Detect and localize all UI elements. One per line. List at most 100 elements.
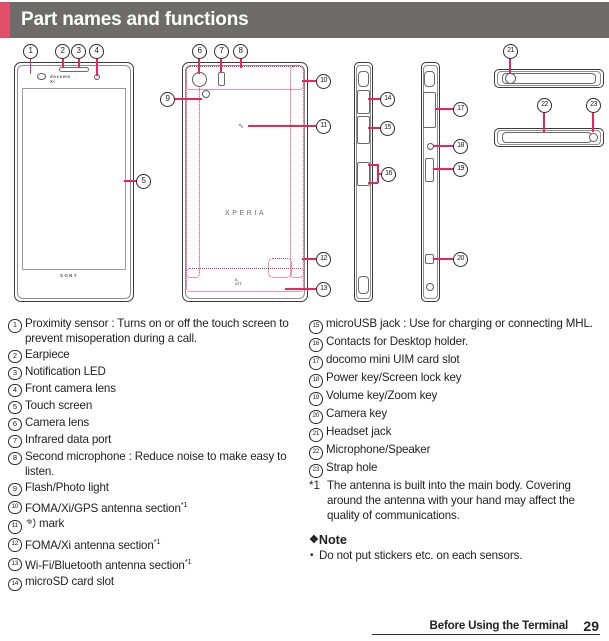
part-number-badge: 21 xyxy=(309,428,323,442)
part-number: 11 xyxy=(8,516,25,534)
footnote: *1 The antenna is built into the main bo… xyxy=(309,478,599,524)
page-header: Part names and functions xyxy=(0,2,609,38)
part-label-text: Camera key xyxy=(326,407,387,420)
part-number: 15 xyxy=(309,316,326,334)
part-number-badge: 10 xyxy=(8,500,22,515)
footnote-mark: *1 xyxy=(309,479,320,492)
part-label: Flash/Photo light xyxy=(25,480,298,495)
callout-13: 13 xyxy=(316,282,331,297)
part-label-text: mark xyxy=(39,517,65,531)
part-label-text: Earpiece xyxy=(25,347,70,361)
part-item: 8 Second microphone : Reduce noise to mak… xyxy=(8,449,298,479)
part-label-text: Volume key/Zoom key xyxy=(326,389,438,402)
part-label: Second microphone : Reduce noise to make… xyxy=(25,449,298,479)
part-label: Camera lens xyxy=(25,415,298,430)
part-item: 2 Earpiece xyxy=(8,347,298,364)
device-diagrams: docomo Xi SONY 1 2 3 4 5 ∿ XPERIA X-4TT xyxy=(0,40,609,315)
part-label: Camera key xyxy=(326,406,599,421)
part-item: 23 Strap hole xyxy=(309,460,599,478)
part-number: 17 xyxy=(309,352,326,370)
callout-7: 7 xyxy=(214,44,229,59)
part-number: 19 xyxy=(309,388,326,406)
bullet-icon: • xyxy=(310,549,314,561)
part-number-badge: 14 xyxy=(8,577,22,591)
part-number: 16 xyxy=(309,334,326,352)
callout-10: 10 xyxy=(316,74,331,89)
callout-23: 23 xyxy=(586,98,601,113)
part-label: Headset jack xyxy=(326,424,599,439)
part-label-text: Camera lens xyxy=(25,415,90,429)
callout-1: 1 xyxy=(23,44,38,59)
part-number-badge: 23 xyxy=(309,464,323,478)
part-number-badge: 7 xyxy=(8,434,22,449)
part-label-text: Headset jack xyxy=(326,425,392,438)
part-label-text: Infrared data port xyxy=(25,432,112,446)
parts-column-left: 1 Proximity sensor : Turns on or off the … xyxy=(8,316,298,592)
part-label-text: Power key/Screen lock key xyxy=(326,371,462,384)
footnote-ref: *1 xyxy=(184,556,192,566)
footnote-ref: *1 xyxy=(153,537,161,547)
part-number-badge: 8 xyxy=(8,451,22,466)
part-label: Volume key/Zoom key xyxy=(326,388,599,403)
part-item: 10 FOMA/Xi/GPS antenna section*1 xyxy=(8,497,298,516)
part-label: docomo mini UIM card slot xyxy=(326,352,599,367)
nfc-mark-icon xyxy=(25,518,38,529)
part-item: 3 Notification LED xyxy=(8,364,298,381)
note-heading: ❖ Note xyxy=(309,533,599,547)
callout-21: 21 xyxy=(503,44,518,59)
part-label: Front camera lens xyxy=(25,381,298,396)
part-descriptions: 1 Proximity sensor : Turns on or off the … xyxy=(0,316,609,606)
part-number: 23 xyxy=(309,460,326,478)
diamond-icon: ❖ xyxy=(309,534,319,547)
note-item: • Do not put stickers etc. on each senso… xyxy=(309,548,599,563)
callout-4: 4 xyxy=(89,44,104,59)
part-item: 11 mark xyxy=(8,516,298,534)
part-item: 9 Flash/Photo light xyxy=(8,480,298,497)
footnote-text: The antenna is built into the main body.… xyxy=(327,479,575,523)
part-item: 6 Camera lens xyxy=(8,415,298,432)
part-number: 2 xyxy=(8,347,25,364)
part-number: 13 xyxy=(8,554,25,572)
part-number-badge: 1 xyxy=(8,319,22,333)
part-label: microUSB jack : Use for charging or conn… xyxy=(326,316,599,331)
part-number-badge: 17 xyxy=(309,356,323,370)
callout-18: 18 xyxy=(453,139,468,154)
part-number-badge: 18 xyxy=(309,374,323,388)
part-item: 21 Headset jack xyxy=(309,424,599,442)
note-heading-label: Note xyxy=(318,532,347,547)
part-item: 7 Infrared data port xyxy=(8,432,298,449)
callout-2: 2 xyxy=(55,44,70,59)
page-title: Part names and functions xyxy=(21,9,249,30)
part-item: 4 Front camera lens xyxy=(8,381,298,398)
part-number: 6 xyxy=(8,415,25,432)
callout-12: 12 xyxy=(316,252,331,267)
parts-column-right: 15 microUSB jack : Use for charging or co… xyxy=(309,316,599,563)
part-item: 14 microSD card slot xyxy=(8,574,298,591)
part-item: 5 Touch screen xyxy=(8,398,298,415)
callout-5: 5 xyxy=(136,174,151,189)
part-label-text: Contacts for Desktop holder. xyxy=(326,335,469,348)
part-label-text: FOMA/Xi/GPS antenna section xyxy=(25,501,181,515)
part-item: 17 docomo mini UIM card slot xyxy=(309,352,599,370)
part-label: microSD card slot xyxy=(25,574,298,589)
part-number: 22 xyxy=(309,442,326,460)
callout-6: 6 xyxy=(192,44,207,59)
part-label-text: docomo mini UIM card slot xyxy=(326,353,460,366)
footer-rule xyxy=(372,633,600,635)
part-label-text: Microphone/Speaker xyxy=(326,443,431,456)
callout-11: 11 xyxy=(316,119,331,134)
part-number-badge: 20 xyxy=(309,410,323,424)
part-number: 1 xyxy=(8,316,25,333)
part-label: Wi-Fi/Bluetooth antenna section*1 xyxy=(25,554,298,573)
part-item: 20 Camera key xyxy=(309,406,599,424)
part-item: 18 Power key/Screen lock key xyxy=(309,370,599,388)
part-label-text: Flash/Photo light xyxy=(25,480,109,494)
part-number-badge: 3 xyxy=(8,366,22,381)
part-number: 8 xyxy=(8,449,25,466)
part-label-text: Notification LED xyxy=(25,364,106,378)
part-number-badge: 11 xyxy=(8,520,22,534)
part-number: 7 xyxy=(8,432,25,449)
part-number: 5 xyxy=(8,398,25,415)
part-label-text: Wi-Fi/Bluetooth antenna section xyxy=(25,558,185,572)
part-label: Notification LED xyxy=(25,364,298,379)
